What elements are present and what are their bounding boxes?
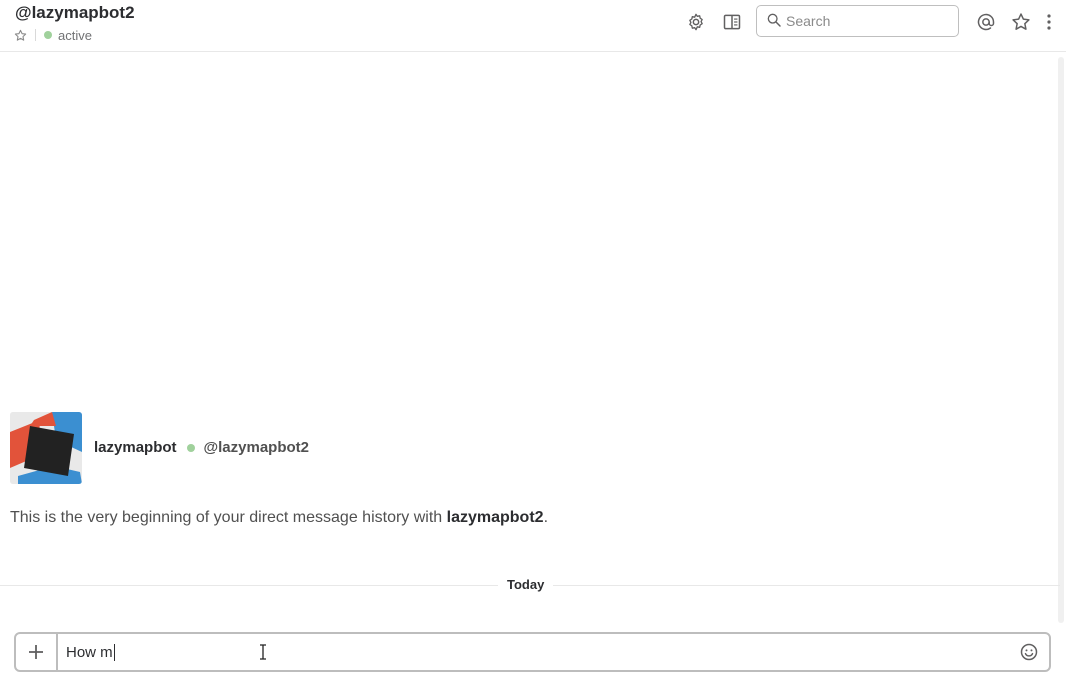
text-caret — [113, 643, 115, 661]
message-composer[interactable]: How m — [14, 632, 1051, 672]
intro-name-row: lazymapbot @lazymapbot2 — [94, 439, 309, 456]
search-icon — [766, 12, 782, 31]
app-window: @lazymapbot2 active Search lazymapbot @l… — [0, 0, 1066, 680]
more-icon[interactable] — [1039, 11, 1059, 33]
emoji-icon[interactable] — [1019, 642, 1039, 662]
status-text: active — [58, 27, 92, 43]
mentions-icon[interactable] — [975, 11, 997, 33]
intro-text: This is the very beginning of your direc… — [10, 509, 548, 527]
channel-title[interactable]: @lazymapbot2 — [15, 3, 135, 23]
ibeam-cursor-icon — [258, 644, 268, 660]
intro-text-prefix: This is the very beginning of your direc… — [10, 509, 447, 526]
bot-avatar[interactable] — [10, 412, 82, 484]
channel-meta: active — [14, 27, 92, 43]
intro-text-bold: lazymapbot2 — [446, 509, 544, 526]
day-divider-label: Today — [498, 577, 554, 592]
search-placeholder: Search — [786, 13, 831, 29]
star-outline-icon[interactable] — [14, 29, 27, 42]
gear-icon[interactable] — [685, 11, 707, 33]
scrollbar-thumb[interactable] — [1058, 57, 1064, 623]
presence-dot — [186, 443, 195, 452]
bot-handle[interactable]: @lazymapbot2 — [204, 439, 309, 456]
details-panel-icon[interactable] — [721, 11, 743, 33]
attach-button[interactable] — [16, 634, 58, 670]
intro-text-suffix: . — [543, 509, 549, 526]
message-input[interactable]: How m — [66, 643, 115, 661]
meta-divider — [35, 29, 36, 41]
star-icon[interactable] — [1010, 11, 1032, 33]
message-scrollbar[interactable] — [1056, 52, 1066, 628]
bot-name[interactable]: lazymapbot — [94, 439, 177, 456]
plus-icon — [29, 645, 43, 659]
channel-header: @lazymapbot2 active Search — [0, 0, 1066, 52]
message-input-value: How m — [66, 643, 113, 661]
presence-dot — [44, 31, 52, 39]
search-input[interactable]: Search — [756, 5, 959, 37]
